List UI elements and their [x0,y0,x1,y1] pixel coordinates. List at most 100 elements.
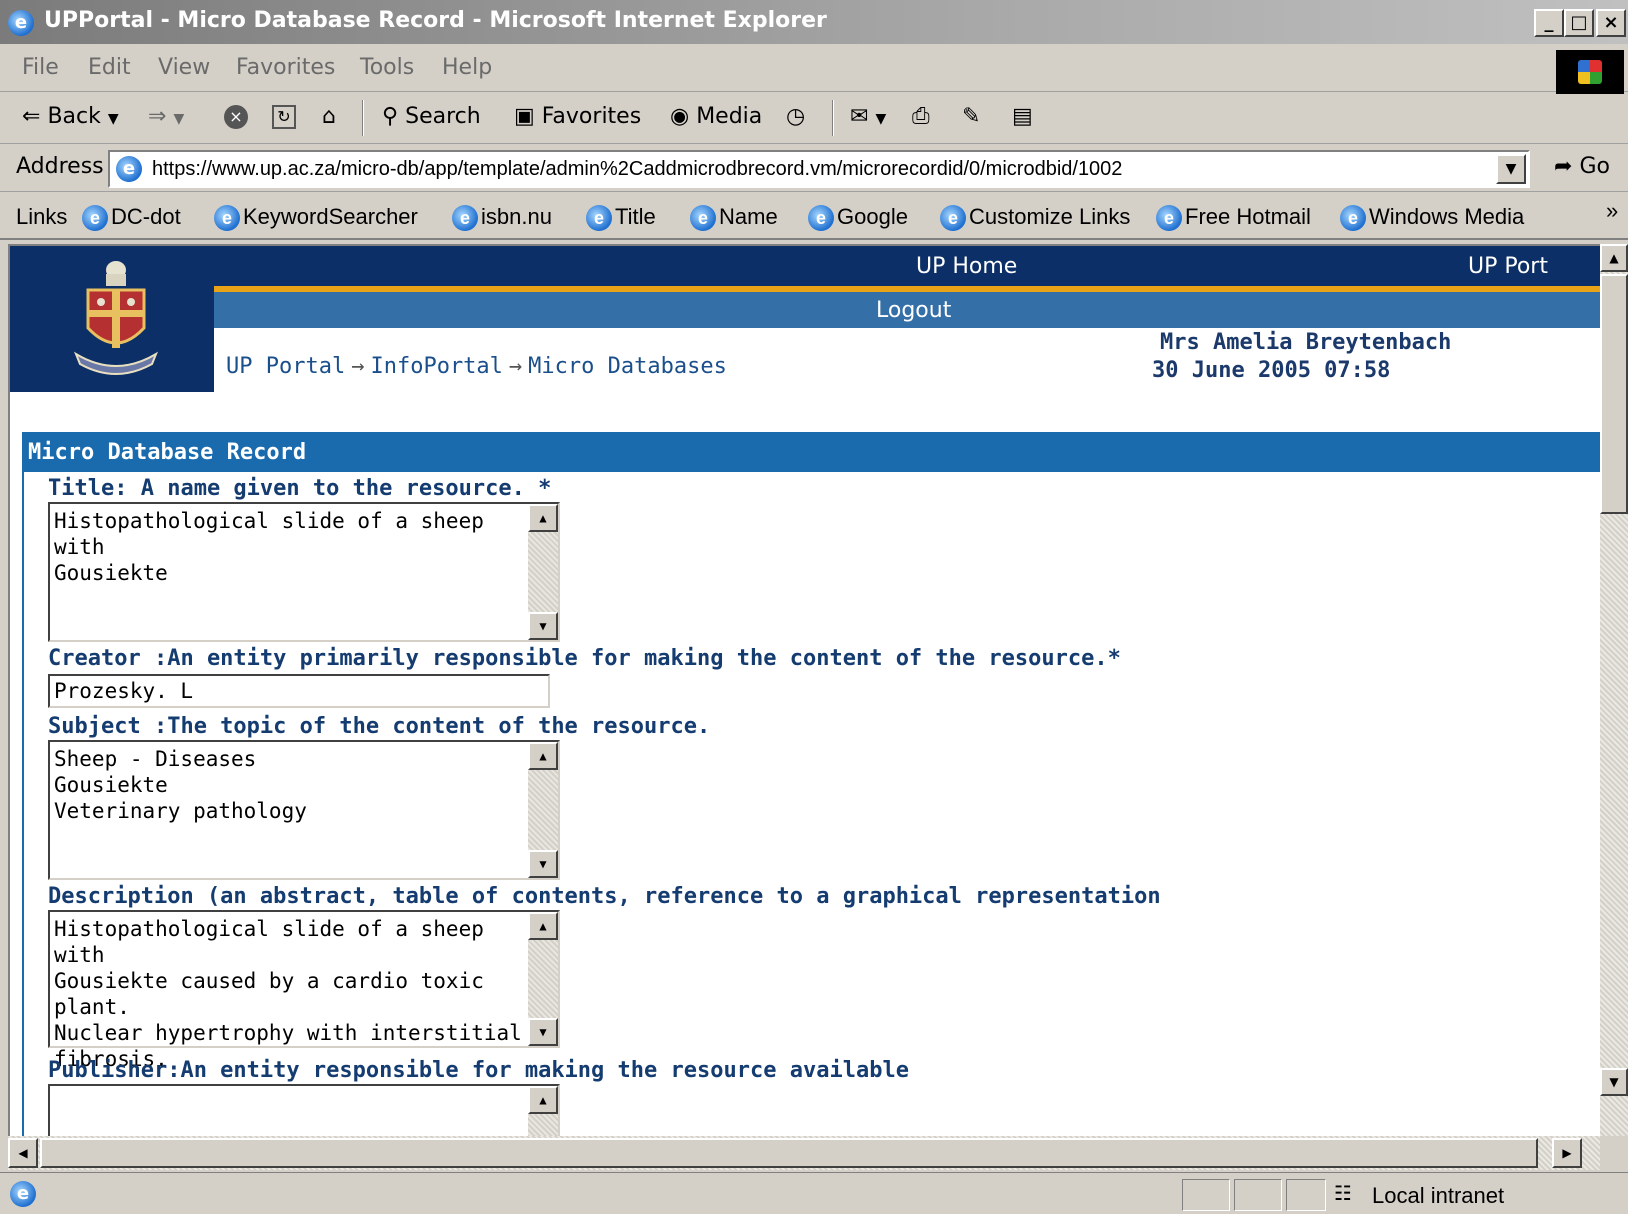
vertical-scroll-thumb[interactable] [1600,274,1628,514]
link-label: Customize Links [969,204,1131,229]
links-more-chevron-icon[interactable]: » [1606,198,1618,224]
address-input[interactable]: e https://www.up.ac.za/micro-db/app/temp… [108,150,1530,188]
menu-favorites[interactable]: Favorites [236,55,335,80]
scroll-up-icon[interactable]: ▲ [528,912,558,940]
link-ie-icon: e [690,205,716,232]
go-button[interactable]: ➦ Go [1554,154,1610,179]
media-button[interactable]: ◉ Media [670,104,762,129]
scroll-right-icon[interactable]: ▶ [1552,1138,1582,1168]
creator-input[interactable]: Prozesky. L [48,674,550,708]
menu-help[interactable]: Help [442,55,492,80]
breadcrumb-infoportal[interactable]: InfoPortal [370,354,502,379]
horizontal-scroll-thumb[interactable] [40,1138,1538,1168]
link-label: Title [615,204,656,229]
page-vertical-scrollbar[interactable]: ▲ ▼ [1600,244,1628,1136]
status-pane [1182,1179,1230,1211]
scroll-up-icon[interactable]: ▲ [1600,244,1628,272]
stop-button[interactable]: × [224,104,248,129]
menu-file[interactable]: File [22,55,59,80]
scroll-down-icon[interactable]: ▼ [1600,1068,1628,1096]
edit-button[interactable]: ✎ [962,104,980,129]
home-button[interactable]: ⌂ [322,104,336,129]
address-label: Address [16,154,104,179]
scroll-down-icon[interactable]: ▼ [528,1018,558,1046]
back-arrow-icon: ⇐ [22,104,41,129]
refresh-button[interactable]: ↻ [272,104,296,129]
maximize-button[interactable]: □ [1564,9,1594,37]
search-icon: ⚲ [382,104,399,129]
window-title: UPPortal - Micro Database Record - Micro… [44,8,827,33]
page-horizontal-scrollbar[interactable]: ◀ ▶ [8,1136,1600,1170]
breadcrumb-arrow-icon: → [351,354,365,379]
breadcrumb-up-portal[interactable]: UP Portal [226,354,345,379]
menu-tools[interactable]: Tools [360,55,414,80]
scroll-down-icon[interactable]: ▼ [528,612,558,640]
favorites-icon: ▣ [514,104,535,129]
logout-link[interactable]: Logout [876,298,951,323]
title-scrollbar[interactable]: ▲ ▼ [528,504,558,640]
mail-button[interactable]: ✉ ▼ [850,104,886,129]
home-icon: ⌂ [322,104,336,129]
print-button[interactable]: ⎙ [912,104,930,129]
link-isbn-nu[interactable]: e isbn.nu [452,204,552,232]
address-url: https://www.up.ac.za/micro-db/app/templa… [152,158,1123,180]
stop-icon: × [224,105,248,129]
link-google[interactable]: e Google [808,204,908,232]
search-button[interactable]: ⚲ Search [382,104,481,129]
minimize-button[interactable]: _ [1534,9,1564,37]
current-datetime: 30 June 2005 07:58 [1152,358,1391,383]
description-scrollbar[interactable]: ▲ ▼ [528,912,558,1046]
link-ie-icon: e [586,205,612,232]
description-value: Histopathological slide of a sheep with … [54,917,522,1071]
link-free-hotmail[interactable]: e Free Hotmail [1156,204,1311,232]
discuss-button[interactable]: ▤ [1012,104,1033,129]
portal-top-nav: UP Home UP Port [214,246,1600,286]
title-textarea[interactable]: Histopathological slide of a sheep with … [48,502,560,642]
forward-dropdown-icon: ▼ [173,111,185,127]
subject-textarea[interactable]: Sheep - Diseases Gousiekte Veterinary pa… [48,740,560,880]
link-keywordsearcher[interactable]: e KeywordSearcher [214,204,418,232]
media-label: Media [696,104,763,129]
link-windows-media[interactable]: e Windows Media [1340,204,1524,232]
security-zone: Local intranet [1372,1183,1505,1208]
discuss-icon: ▤ [1012,104,1033,129]
menu-view[interactable]: View [158,55,210,80]
publisher-textarea[interactable]: ▲ [48,1084,560,1136]
scroll-down-icon[interactable]: ▼ [528,850,558,878]
menu-edit[interactable]: Edit [88,55,131,80]
link-ie-icon: e [1156,205,1182,232]
link-customize-links[interactable]: e Customize Links [940,204,1131,232]
address-dropdown-button[interactable]: ▼ [1496,154,1526,184]
publisher-label: Publisher:An entity responsible for maki… [48,1058,909,1083]
status-bar: e ☷ Local intranet [0,1172,1628,1214]
link-label: Free Hotmail [1185,204,1311,229]
window-title-bar: e UPPortal - Micro Database Record - Mic… [0,0,1628,44]
windows-logo-icon [1556,50,1624,94]
link-label: KeywordSearcher [243,204,418,229]
scroll-up-icon[interactable]: ▲ [528,504,558,532]
subject-scrollbar[interactable]: ▲ ▼ [528,742,558,878]
scroll-up-icon[interactable]: ▲ [528,1086,558,1114]
mail-dropdown-icon: ▼ [875,111,887,127]
link-label: Name [719,204,778,229]
nav-up-home[interactable]: UP Home [916,254,1017,279]
toolbar: ⇐ Back ▼ ⇒ ▼ × ↻ ⌂ ⚲ Search ▣ Favorites … [0,94,1628,144]
link-title[interactable]: e Title [586,204,656,232]
favorites-button[interactable]: ▣ Favorites [514,104,641,129]
description-textarea[interactable]: Histopathological slide of a sheep with … [48,910,560,1071]
back-button[interactable]: ⇐ Back ▼ [22,104,119,129]
user-name: Mrs Amelia Breytenbach [1160,330,1452,355]
scroll-left-icon[interactable]: ◀ [8,1138,38,1168]
nav-up-portal[interactable]: UP Port [1468,254,1548,279]
link-dc-dot[interactable]: e DC-dot [82,204,181,232]
forward-button[interactable]: ⇒ ▼ [148,104,184,129]
history-button[interactable]: ◷ [786,104,805,129]
close-button[interactable]: × [1596,9,1626,37]
creator-value: Prozesky. L [54,679,194,703]
publisher-scrollbar[interactable]: ▲ [528,1086,558,1136]
intranet-zone-icon: ☷ [1334,1181,1352,1205]
section-title: Micro Database Record [28,440,307,465]
link-name[interactable]: e Name [690,204,778,232]
scroll-up-icon[interactable]: ▲ [528,742,558,770]
breadcrumb-micro-databases[interactable]: Micro Databases [528,354,727,379]
